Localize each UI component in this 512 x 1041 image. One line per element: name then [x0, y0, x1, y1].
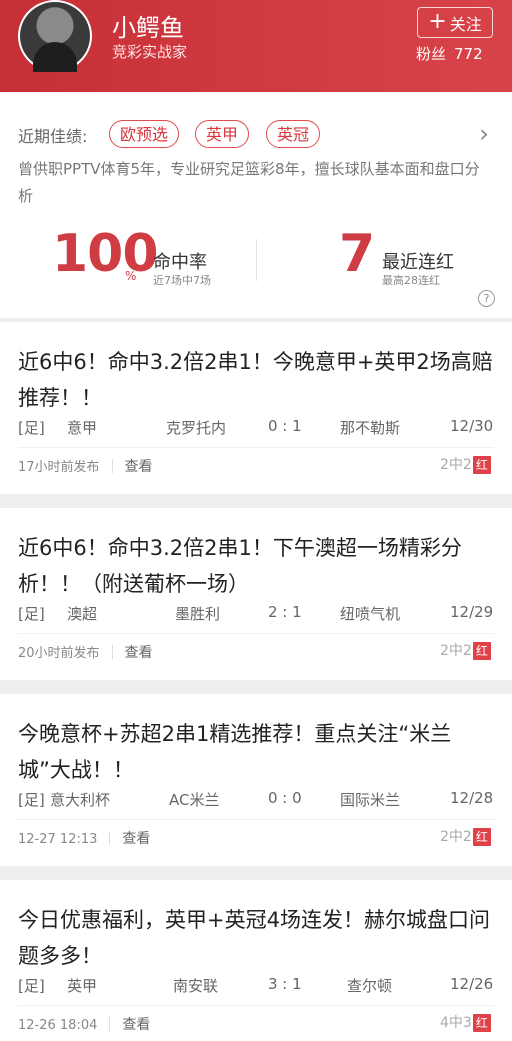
publish-time: 20小时前发布: [18, 646, 100, 661]
result-badge: 红: [472, 642, 491, 660]
sport-label: [足]: [18, 977, 45, 995]
separator: [111, 645, 113, 659]
publish-row: 17小时前发布 查看: [18, 456, 153, 476]
hit-rate-title: 命中率: [153, 252, 207, 273]
recent-results-label: 近期佳绩:: [18, 127, 88, 146]
article-card[interactable]: 今日优惠福利，英甲+英冠4场连发！赫尔城盘口问题多多！ [足] 英甲 南安联 3…: [0, 880, 512, 1041]
profile-header: 小鳄鱼 竞彩实战家 + 关注 粉丝 772: [0, 0, 512, 92]
plus-icon: +: [428, 8, 447, 34]
article-card[interactable]: 近6中6！命中3.2倍2串1！下午澳超一场精彩分析！！（附送葡杯一场） [足] …: [0, 508, 512, 680]
match-score: 3 : 1: [268, 975, 302, 993]
follow-label: 关注: [449, 14, 482, 34]
divider: [18, 1005, 494, 1006]
separator: [111, 459, 113, 473]
stats-divider: [256, 239, 257, 281]
view-link[interactable]: 查看: [125, 459, 153, 475]
fans-label: 粉丝: [416, 45, 447, 63]
sport-label: [足]: [18, 605, 45, 623]
result-row: 2中2 红: [440, 640, 491, 660]
fans-count-area: 粉丝 772: [416, 43, 483, 64]
hit-rate-value: 100: [52, 224, 159, 284]
article-title[interactable]: 今晚意杯+苏超2串1精选推荐！重点关注“米兰城”大战！！: [18, 716, 498, 788]
away-team: 纽喷气机: [340, 605, 401, 623]
result-row: 4中3 红: [440, 1012, 491, 1032]
match-score: 0 : 0: [268, 789, 302, 807]
publish-row: 12-26 18:04 查看: [18, 1014, 150, 1034]
publish-time: 12-26 18:04: [18, 1018, 98, 1033]
result-badge: 红: [472, 1014, 491, 1032]
fans-count: 772: [454, 45, 483, 63]
result-row: 2中2 红: [440, 454, 491, 474]
publish-row: 20小时前发布 查看: [18, 642, 153, 662]
profile-subtitle: 竞彩实战家: [112, 43, 188, 61]
article-title[interactable]: 近6中6！命中3.2倍2串1！今晚意甲+英甲2场高赔推荐！！: [18, 344, 498, 416]
separator: [109, 1017, 111, 1031]
match-score: 2 : 1: [268, 603, 302, 621]
result-badge: 红: [472, 456, 491, 474]
result-prefix: 4中3: [440, 1015, 472, 1031]
hit-rate-subtitle: 近7场中7场: [153, 274, 211, 287]
avatar[interactable]: [18, 0, 92, 72]
article-title[interactable]: 近6中6！命中3.2倍2串1！下午澳超一场精彩分析！！（附送葡杯一场）: [18, 530, 498, 602]
result-prefix: 2中2: [440, 829, 472, 845]
league-label: 意甲: [67, 419, 98, 437]
profile-name: 小鳄鱼: [112, 14, 184, 42]
match-date: 12/26: [450, 975, 494, 993]
result-row: 2中2 红: [440, 826, 491, 846]
article-card[interactable]: 今晚意杯+苏超2串1精选推荐！重点关注“米兰城”大战！！ [足] 意大利杯 AC…: [0, 694, 512, 866]
league-label: 澳超: [67, 605, 98, 623]
profile-bio: 曾供职PPTV体育5年，专业研究足篮彩8年，擅长球队基本面和盘口分析: [18, 160, 480, 205]
follow-button[interactable]: + 关注: [417, 7, 493, 38]
league-label: 意大利杯: [50, 791, 111, 809]
away-team: 那不勒斯: [340, 419, 401, 437]
streak-title: 最近连红: [382, 252, 454, 273]
chevron-right-icon[interactable]: ›: [479, 120, 489, 148]
result-prefix: 2中2: [440, 457, 472, 473]
tag-league-one[interactable]: 英甲: [195, 120, 250, 148]
divider: [18, 819, 494, 820]
home-team: 墨胜利: [175, 605, 221, 623]
sport-label: [足]: [18, 791, 45, 809]
separator: [109, 831, 111, 845]
publish-row: 12-27 12:13 查看: [18, 828, 150, 848]
streak-value: 7: [339, 224, 375, 284]
result-prefix: 2中2: [440, 643, 472, 659]
match-score: 0 : 1: [268, 417, 302, 435]
result-badge: 红: [472, 828, 491, 846]
divider: [18, 633, 494, 634]
streak-subtitle: 最高28连红: [382, 274, 440, 287]
article-title[interactable]: 今日优惠福利，英甲+英冠4场连发！赫尔城盘口问题多多！: [18, 902, 498, 974]
match-date: 12/28: [450, 789, 494, 807]
home-team: AC米兰: [169, 791, 220, 809]
help-icon[interactable]: ?: [478, 290, 495, 307]
profile-summary: 近期佳绩: 欧预选 英甲 英冠 › 曾供职PPTV体育5年，专业研究足篮彩8年，…: [0, 92, 512, 318]
sport-label: [足]: [18, 419, 45, 437]
away-team: 国际米兰: [340, 791, 401, 809]
home-team: 南安联: [173, 977, 219, 995]
match-date: 12/30: [450, 417, 494, 435]
league-label: 英甲: [67, 977, 98, 995]
publish-time: 17小时前发布: [18, 460, 100, 475]
article-card[interactable]: 近6中6！命中3.2倍2串1！今晚意甲+英甲2场高赔推荐！！ [足] 意甲 克罗…: [0, 322, 512, 494]
divider: [18, 447, 494, 448]
home-team: 克罗托内: [166, 419, 227, 437]
away-team: 查尔顿: [347, 977, 393, 995]
tag-european-qualifiers[interactable]: 欧预选: [109, 120, 180, 148]
view-link[interactable]: 查看: [122, 1017, 150, 1033]
view-link[interactable]: 查看: [125, 645, 153, 661]
hit-rate-unit: %: [125, 269, 137, 283]
match-date: 12/29: [450, 603, 494, 621]
publish-time: 12-27 12:13: [18, 832, 98, 847]
tag-championship[interactable]: 英冠: [266, 120, 321, 148]
view-link[interactable]: 查看: [122, 831, 150, 847]
